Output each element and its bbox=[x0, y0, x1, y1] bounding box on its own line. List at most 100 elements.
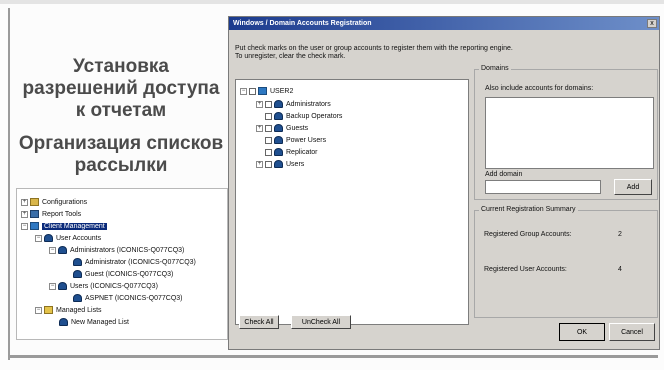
add-domain-label: Add domain bbox=[485, 171, 523, 178]
account-item-administrators[interactable]: + Administrators bbox=[256, 99, 331, 109]
tree-item-managed-lists[interactable]: − Managed Lists bbox=[35, 305, 102, 315]
domains-title: Domains bbox=[479, 65, 511, 72]
account-checkbox[interactable] bbox=[265, 148, 272, 156]
registered-group-accounts-label: Registered Group Accounts: bbox=[484, 231, 572, 238]
tree-item-label: Client Management bbox=[42, 222, 107, 230]
tree-item-label: Users (ICONICS-Q077CQ3) bbox=[70, 282, 158, 290]
also-include-label: Also include accounts for domains: bbox=[485, 85, 594, 92]
tree-item-label: Power Users bbox=[286, 136, 327, 144]
tree-expander[interactable]: − bbox=[240, 87, 247, 95]
instructions: Put check marks on the user or group acc… bbox=[235, 45, 655, 61]
slide-top-border bbox=[0, 0, 664, 4]
tree-expander[interactable]: + bbox=[21, 210, 28, 218]
tools-icon bbox=[30, 210, 39, 218]
slide-bottom-border bbox=[8, 355, 658, 358]
instruction-line: Put check marks on the user or group acc… bbox=[235, 45, 513, 52]
close-button[interactable]: x bbox=[647, 19, 657, 28]
group-icon bbox=[274, 160, 283, 168]
tree-item-users-group[interactable]: − Users (ICONICS-Q077CQ3) bbox=[49, 281, 158, 291]
tree-expander[interactable]: − bbox=[35, 234, 42, 242]
accounts-tree-root[interactable]: − USER2 bbox=[240, 86, 293, 96]
account-checkbox[interactable] bbox=[265, 160, 272, 168]
account-item-power-users[interactable]: Power Users bbox=[265, 135, 326, 145]
account-item-guests[interactable]: + Guests bbox=[256, 123, 308, 133]
user-accounts-icon bbox=[44, 234, 53, 242]
account-checkbox[interactable] bbox=[265, 136, 272, 144]
tree-item-administrator-user[interactable]: Administrator (ICONICS-Q077CQ3) bbox=[73, 257, 196, 267]
tree-item-label: Managed Lists bbox=[56, 306, 102, 314]
user-icon bbox=[73, 294, 82, 302]
tree-item-label: Administrator (ICONICS-Q077CQ3) bbox=[85, 258, 196, 266]
tree-item-configurations[interactable]: + Configurations bbox=[21, 197, 87, 207]
tree-item-client-management[interactable]: − Client Management bbox=[21, 221, 107, 231]
group-icon bbox=[58, 282, 67, 290]
tree-item-label: USER2 bbox=[270, 87, 294, 95]
account-checkbox[interactable] bbox=[265, 100, 272, 108]
tree-item-label: Guests bbox=[286, 124, 309, 132]
tree-expander[interactable]: − bbox=[21, 222, 28, 230]
tree-expander[interactable]: − bbox=[35, 306, 42, 314]
accounts-tree[interactable]: − USER2 + Administrators Backup Operator… bbox=[235, 79, 469, 325]
user-icon bbox=[59, 318, 68, 326]
group-icon bbox=[274, 124, 283, 132]
group-icon bbox=[274, 100, 283, 108]
registered-user-accounts-value: 4 bbox=[618, 266, 622, 273]
tree-expander[interactable]: + bbox=[256, 100, 263, 108]
tree-item-label: New Managed List bbox=[71, 318, 129, 326]
account-checkbox[interactable] bbox=[265, 124, 272, 132]
tree-item-label: User Accounts bbox=[56, 234, 102, 242]
computer-icon bbox=[258, 87, 267, 95]
tree-expander[interactable]: − bbox=[49, 282, 56, 290]
tree-item-label: Configurations bbox=[42, 198, 88, 206]
tree-item-label: Users bbox=[286, 160, 305, 168]
tree-item-new-managed-list[interactable]: New Managed List bbox=[59, 317, 129, 327]
tree-item-label: Administrators bbox=[286, 100, 331, 108]
user-icon bbox=[73, 258, 82, 266]
group-icon bbox=[58, 246, 67, 254]
domains-list[interactable] bbox=[485, 97, 654, 169]
domain-accounts-dialog: Windows / Domain Accounts Registration x… bbox=[228, 16, 660, 350]
tree-item-label: Report Tools bbox=[42, 210, 82, 218]
add-domain-button[interactable]: Add bbox=[614, 179, 652, 195]
registration-summary-groupbox: Current Registration Summary bbox=[474, 206, 658, 318]
list-folder-icon bbox=[44, 306, 53, 314]
folder-icon bbox=[30, 198, 39, 206]
tree-item-label: Guest (ICONICS-Q077CQ3) bbox=[85, 270, 174, 278]
root-checkbox[interactable] bbox=[249, 87, 256, 95]
cancel-button[interactable]: Cancel bbox=[609, 323, 655, 341]
ok-button[interactable]: OK bbox=[559, 323, 605, 341]
registered-user-accounts-label: Registered User Accounts: bbox=[484, 266, 567, 273]
dialog-title: Windows / Domain Accounts Registration bbox=[233, 20, 372, 27]
dialog-titlebar[interactable]: Windows / Domain Accounts Registration x bbox=[229, 17, 659, 30]
slide-heading-mailing-lists: Организация списков рассылки bbox=[18, 133, 224, 176]
uncheck-all-button[interactable]: UnCheck All bbox=[291, 315, 351, 329]
slide-left-border bbox=[8, 8, 10, 360]
tree-item-administrators-group[interactable]: − Administrators (ICONICS-Q077CQ3) bbox=[49, 245, 184, 255]
account-checkbox[interactable] bbox=[265, 112, 272, 120]
client-management-tree: + Configurations + Report Tools − Client… bbox=[16, 188, 228, 340]
slide-background: Установка разрешений доступа к отчетам О… bbox=[0, 0, 664, 370]
tree-item-user-accounts[interactable]: − User Accounts bbox=[35, 233, 101, 243]
account-item-backup-operators[interactable]: Backup Operators bbox=[265, 111, 342, 121]
tree-expander[interactable]: + bbox=[256, 124, 263, 132]
tree-item-guest-user[interactable]: Guest (ICONICS-Q077CQ3) bbox=[73, 269, 173, 279]
group-icon bbox=[274, 136, 283, 144]
check-all-button[interactable]: Check All bbox=[239, 315, 279, 329]
group-icon bbox=[274, 148, 283, 156]
account-item-users[interactable]: + Users bbox=[256, 159, 304, 169]
account-item-replicator[interactable]: Replicator bbox=[265, 147, 318, 157]
summary-title: Current Registration Summary bbox=[479, 206, 578, 213]
tree-item-label: ASPNET (ICONICS-Q077CQ3) bbox=[85, 294, 183, 302]
tree-expander[interactable]: + bbox=[21, 198, 28, 206]
tree-item-aspnet-user[interactable]: ASPNET (ICONICS-Q077CQ3) bbox=[73, 293, 183, 303]
tree-item-label: Administrators (ICONICS-Q077CQ3) bbox=[70, 246, 185, 254]
tree-item-label: Backup Operators bbox=[286, 112, 343, 120]
instruction-line: To unregister, clear the check mark. bbox=[235, 53, 346, 60]
tree-expander[interactable]: − bbox=[49, 246, 56, 254]
slide-heading-permissions: Установка разрешений доступа к отчетам bbox=[22, 56, 220, 121]
tree-item-report-tools[interactable]: + Report Tools bbox=[21, 209, 81, 219]
group-icon bbox=[274, 112, 283, 120]
registered-group-accounts-value: 2 bbox=[618, 231, 622, 238]
add-domain-input[interactable] bbox=[485, 180, 601, 194]
tree-expander[interactable]: + bbox=[256, 160, 263, 168]
